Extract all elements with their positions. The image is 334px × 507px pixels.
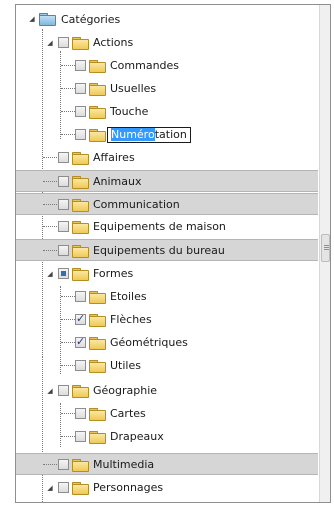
tree-row-geographie[interactable]: ◢ Géographie: [16, 380, 318, 402]
tree-checkbox[interactable]: [75, 291, 86, 302]
tree-checkbox[interactable]: [58, 199, 69, 210]
expand-collapse-icon[interactable]: ◢: [46, 484, 54, 492]
tree-row-numerotation[interactable]: Numérotation: [16, 124, 318, 146]
tree-checkbox[interactable]: [58, 268, 69, 279]
folder-icon: [89, 408, 106, 421]
folder-icon: [72, 482, 89, 495]
tree-row-drapeaux[interactable]: Drapeaux: [16, 426, 318, 448]
tree-item-label: Usuelles: [110, 82, 157, 95]
folder-icon: [72, 199, 89, 212]
tree-checkbox[interactable]: [58, 385, 69, 396]
tree-checkbox[interactable]: [58, 37, 69, 48]
tree-checkbox[interactable]: [58, 221, 69, 232]
folder-icon: [89, 337, 106, 350]
tree-item-label: Actions: [93, 36, 134, 49]
folder-icon: [72, 268, 89, 281]
tree-row-root[interactable]: ◢ Catégories: [16, 9, 318, 31]
folder-icon: [72, 459, 89, 472]
tree-item-label: Catégories: [61, 13, 121, 26]
tree-row-affaires[interactable]: Affaires: [16, 147, 318, 169]
tree-row-commandes[interactable]: Commandes: [16, 55, 318, 77]
tree-row-geometriques[interactable]: Géométriques: [16, 332, 318, 354]
tree-checkbox[interactable]: [75, 335, 86, 348]
tree-row-personnages[interactable]: ◢ Personnages: [16, 477, 318, 499]
tree-checkbox[interactable]: [75, 106, 86, 117]
tree-item-label: Equipements de maison: [93, 220, 226, 233]
tree-item-label: Etoiles: [110, 290, 147, 303]
category-tree-panel: ◢ Catégories ◢ Actions Commandes Usuelle…: [15, 4, 331, 503]
folder-icon: [89, 360, 106, 373]
scrollbar-thumb[interactable]: [321, 234, 330, 262]
tree-item-label: Communication: [93, 198, 180, 211]
folder-icon: [72, 37, 89, 50]
tree-row-formes[interactable]: ◢ Formes: [16, 263, 318, 285]
tree-row-usuelles[interactable]: Usuelles: [16, 78, 318, 100]
folder-icon: [89, 60, 106, 73]
tree-row-actions[interactable]: ◢ Actions: [16, 32, 318, 54]
expand-collapse-icon[interactable]: ◢: [28, 15, 36, 23]
tree-row-fleches[interactable]: Flèches: [16, 309, 318, 331]
tree-item-label: Multimedia: [93, 458, 155, 471]
folder-icon: [72, 221, 89, 234]
tree-item-label: Animaux: [93, 175, 142, 188]
folder-icon: [89, 314, 106, 327]
tree-checkbox[interactable]: [75, 60, 86, 71]
folder-icon: [72, 385, 89, 398]
folder-icon: [89, 291, 106, 304]
folder-icon: [89, 83, 106, 96]
tree-row-equipements-bureau[interactable]: Equipements du bureau: [16, 239, 318, 261]
tree-checkbox[interactable]: [58, 245, 69, 256]
tree-checkbox[interactable]: [58, 176, 69, 187]
folder-icon: [72, 152, 89, 165]
folder-icon: [39, 13, 56, 26]
folder-icon: [89, 106, 106, 119]
tree-row-communication[interactable]: Communication: [16, 193, 318, 215]
folder-icon: [72, 245, 89, 258]
expand-collapse-icon[interactable]: ◢: [46, 387, 54, 395]
folder-icon: [89, 431, 106, 444]
unselected-text: tation: [154, 128, 187, 141]
tree-row-etoiles[interactable]: Etoiles: [16, 286, 318, 308]
tree-row-animaux[interactable]: Animaux: [16, 170, 318, 192]
tree-checkbox[interactable]: [58, 482, 69, 493]
tree-checkbox[interactable]: [75, 83, 86, 94]
folder-icon: [89, 129, 106, 142]
tree-item-label: Géométriques: [110, 336, 188, 349]
tree-checkbox[interactable]: [75, 312, 86, 325]
rename-input[interactable]: Numérotation: [107, 127, 191, 143]
tree-item-label: Flèches: [110, 313, 152, 326]
tree-item-label: Formes: [93, 267, 134, 280]
tree-row-touche[interactable]: Touche: [16, 101, 318, 123]
tree-item-label: Equipements du bureau: [93, 244, 225, 257]
tree-item-label: Utiles: [110, 359, 141, 372]
tree-item-label: Géographie: [93, 384, 158, 397]
tree-row-equipements-maison[interactable]: Equipements de maison: [16, 216, 318, 238]
tree-checkbox[interactable]: [58, 459, 69, 470]
tree-row-utiles[interactable]: Utiles: [16, 355, 318, 377]
folder-icon: [72, 176, 89, 189]
tree-checkbox[interactable]: [75, 408, 86, 419]
tree-checkbox[interactable]: [58, 152, 69, 163]
tree-checkbox[interactable]: [75, 129, 86, 140]
tree-item-label: Touche: [110, 105, 149, 118]
tree-item-label: Cartes: [110, 407, 146, 420]
expand-collapse-icon[interactable]: ◢: [46, 39, 54, 47]
tree-checkbox[interactable]: [75, 431, 86, 442]
tree-row-multimedia[interactable]: Multimedia: [16, 453, 318, 475]
tree-row-cartes[interactable]: Cartes: [16, 403, 318, 425]
vertical-scrollbar[interactable]: [319, 5, 330, 502]
tree-item-label: Drapeaux: [110, 430, 164, 443]
selected-text: Numéro: [111, 128, 155, 141]
expand-collapse-icon[interactable]: ◢: [46, 270, 54, 278]
tree-item-label: Personnages: [93, 481, 164, 494]
tree-item-label: Commandes: [110, 59, 180, 72]
tree-item-label: Affaires: [93, 151, 135, 164]
tree-checkbox[interactable]: [75, 360, 86, 371]
